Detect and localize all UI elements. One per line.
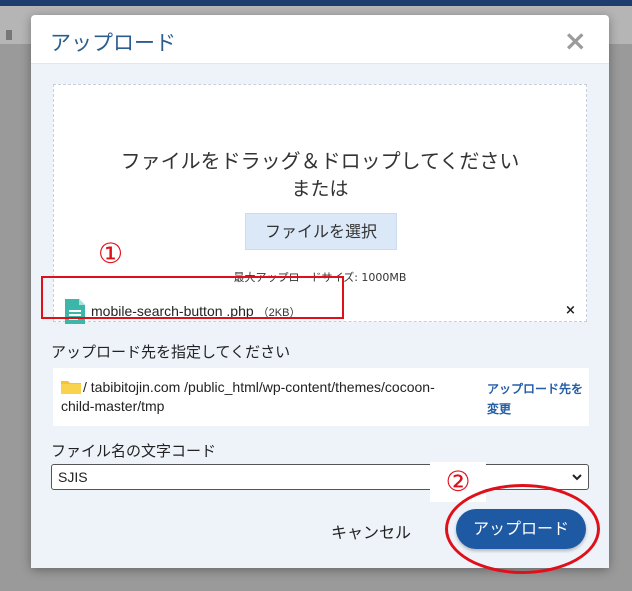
encoding-selected-value: SJIS	[58, 469, 88, 485]
dialog-header: アップロード ×	[31, 15, 609, 64]
dialog-title: アップロード	[50, 31, 176, 55]
select-file-button[interactable]: ファイルを選択	[245, 213, 397, 250]
annotation-oval-upload	[445, 484, 600, 574]
dropzone-instruction: ファイルをドラッグ＆ドロップしてください	[120, 149, 520, 173]
background-element	[6, 30, 12, 40]
close-button[interactable]: ×	[564, 24, 587, 57]
destination-path: / tabibitojin.com /public_html/wp-conten…	[61, 379, 435, 414]
dropzone-or-text: または	[291, 178, 349, 200]
cancel-button[interactable]: キャンセル	[331, 519, 411, 543]
annotation-box-file	[41, 276, 344, 319]
chevron-down-icon	[572, 474, 582, 481]
change-destination-link[interactable]: アップロード先を変更	[487, 379, 583, 419]
encoding-label: ファイル名の文字コード	[51, 442, 217, 460]
destination-box: / tabibitojin.com /public_html/wp-conten…	[53, 368, 589, 426]
remove-file-button[interactable]: ×	[565, 303, 576, 318]
annotation-marker-1: ①	[98, 237, 124, 270]
destination-label: アップロード先を指定してください	[51, 343, 291, 361]
